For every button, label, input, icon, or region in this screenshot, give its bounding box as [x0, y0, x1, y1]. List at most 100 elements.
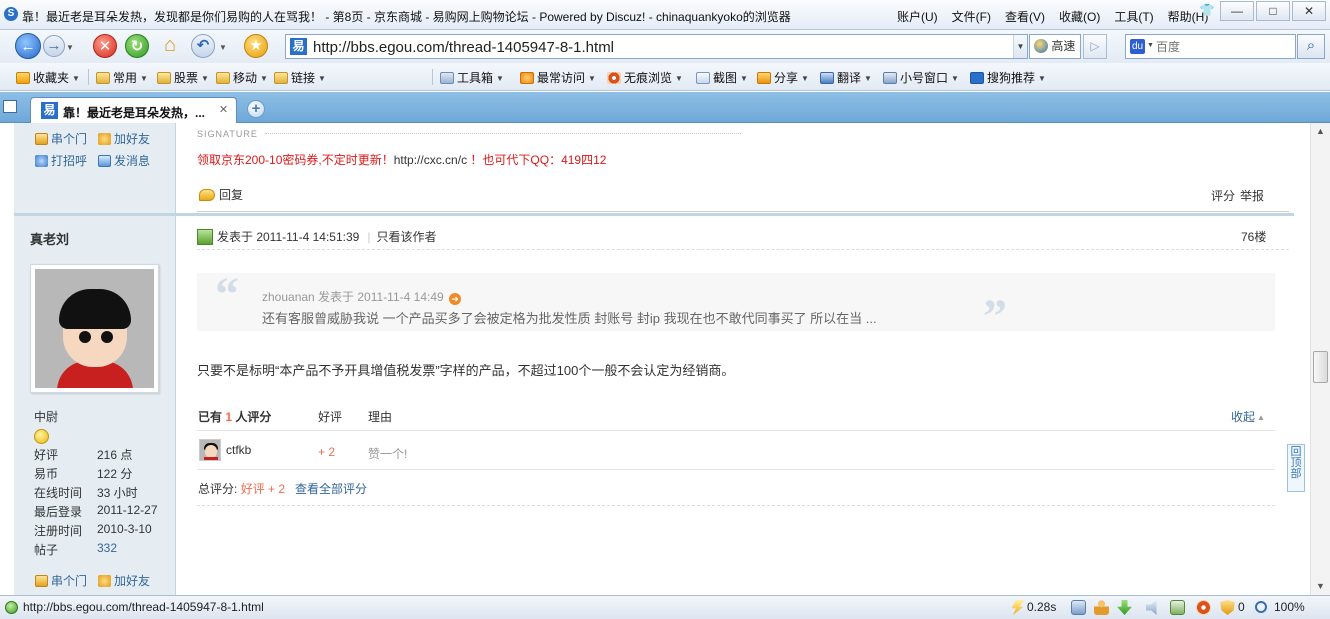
speech-bubble-icon [199, 189, 215, 201]
collapse-rating-link[interactable]: 收起 ▲ [1231, 408, 1265, 425]
fav-item-share[interactable]: 分享 ▼ [757, 69, 809, 86]
tab-close-icon[interactable]: ✕ [217, 104, 230, 117]
address-toolbar: ← → ▼ ✕ ↻ ⌂ ↶ ▼ ★ 易 http://bbs.egou.com/… [0, 30, 1330, 63]
baidu-engine-icon[interactable]: du [1130, 39, 1145, 54]
url-text[interactable]: http://bbs.egou.com/thread-1405947-8-1.h… [313, 39, 614, 56]
post-separator [14, 213, 1294, 216]
user-icon[interactable] [1094, 600, 1109, 615]
forward-button[interactable]: → [43, 35, 65, 57]
incognito-icon[interactable] [1196, 600, 1211, 615]
tab-active[interactable]: 易 靠！最近老是耳朵发热，... ✕ [30, 97, 237, 123]
folder-icon [96, 72, 110, 84]
sidebar-toggle-icon[interactable] [3, 100, 17, 113]
zoom-level[interactable]: 100% [1274, 600, 1305, 614]
goto-post-icon[interactable]: ➜ [449, 293, 462, 305]
author-name[interactable]: 真老刘 [30, 229, 69, 248]
menu-file[interactable]: 文件(F) [952, 8, 991, 25]
volume-icon[interactable] [1146, 600, 1157, 615]
house-icon [35, 575, 48, 587]
ad-block-shield-icon[interactable] [1220, 600, 1235, 615]
vertical-scrollbar[interactable]: ▲ ▼ [1310, 123, 1330, 595]
undo-dropdown-icon[interactable]: ▼ [219, 43, 227, 52]
undo-close-button[interactable]: ↶ [191, 34, 215, 58]
fav-item-stocks[interactable]: 股票 ▼ [157, 69, 209, 86]
greet-link[interactable]: 打招呼 [35, 152, 87, 169]
go-button[interactable]: ▷ [1083, 34, 1107, 59]
fav-item-favorites[interactable]: 收藏夹 ▼ [16, 69, 80, 86]
rater-name[interactable]: ctfkb [226, 443, 251, 457]
reply-button[interactable]: 回复 [199, 186, 243, 203]
add-friend-link[interactable]: 加好友 [98, 130, 150, 147]
refresh-button[interactable]: ↻ [125, 34, 149, 58]
fav-item-common[interactable]: 常用 ▼ [96, 69, 148, 86]
avatar[interactable] [30, 264, 159, 393]
view-all-ratings-link[interactable]: 查看全部评分 [295, 482, 367, 496]
search-input[interactable] [1156, 38, 1286, 55]
skin-icon[interactable]: 👕 [1196, 1, 1218, 21]
only-author-link[interactable]: 只看该作者 [376, 230, 436, 244]
floor-number[interactable]: 76楼 [1241, 228, 1266, 245]
back-button[interactable]: ← [15, 33, 41, 59]
speed-mode-button[interactable]: 高速 [1029, 34, 1081, 59]
speed-bolt-icon[interactable] [1011, 600, 1025, 615]
report-button[interactable]: 举报 [1240, 187, 1264, 204]
signature-link[interactable]: http://cxc.cn/c [394, 153, 467, 167]
scroll-up-icon[interactable]: ▲ [1316, 126, 1325, 136]
menu-account[interactable]: 账户(U) [897, 8, 938, 25]
translate-icon [820, 72, 834, 84]
signature-text: 领取京东200-10密码券,不定时更新！http://cxc.cn/c ！也可代… [197, 151, 606, 168]
zoom-icon[interactable] [1255, 601, 1267, 613]
user-rank: 中尉 [34, 410, 59, 424]
fav-item-translate[interactable]: 翻译 ▼ [820, 69, 872, 86]
back-to-top-button[interactable]: 回顶部 [1287, 444, 1305, 492]
rater-avatar[interactable] [199, 439, 221, 461]
visit-link[interactable]: 串个门 [35, 572, 87, 589]
fav-item-mobile[interactable]: 移动 ▼ [216, 69, 268, 86]
history-dropdown-icon[interactable]: ▼ [66, 43, 74, 52]
search-button[interactable]: ⌕ [1297, 34, 1325, 59]
send-message-link[interactable]: 发消息 [98, 152, 150, 169]
smiley-rank-icon [34, 429, 49, 444]
fav-item-toolbox[interactable]: 工具箱 ▼ [440, 69, 504, 86]
fav-item-frequent[interactable]: 最常访问 ▼ [520, 69, 596, 86]
maximize-button[interactable]: □ [1256, 1, 1290, 21]
url-bar[interactable]: 易 http://bbs.egou.com/thread-1405947-8-1… [285, 34, 1028, 59]
post-content-column: SIGNATURE 领取京东200-10密码券,不定时更新！http://cxc… [177, 123, 1294, 595]
stat-rating: 好评 216 点 [34, 448, 133, 462]
posts-count-link[interactable]: 332 [97, 541, 117, 555]
fav-item-sogou[interactable]: 搜狗推荐 ▼ [970, 69, 1046, 86]
visit-link[interactable]: 串个门 [35, 130, 87, 147]
close-button[interactable]: ✕ [1292, 1, 1326, 21]
fav-item-screenshot[interactable]: 截图 ▼ [696, 69, 748, 86]
scroll-thumb[interactable] [1313, 351, 1328, 383]
fav-item-incognito[interactable]: 无痕浏览 ▼ [607, 69, 683, 86]
globe-icon [1034, 39, 1048, 53]
window-controls: 👕 — □ ✕ [1194, 1, 1326, 21]
status-bar: http://bbs.egou.com/thread-1405947-8-1.h… [0, 595, 1330, 619]
menu-view[interactable]: 查看(V) [1005, 8, 1045, 25]
divider [432, 69, 433, 85]
menu-favorites[interactable]: 收藏(O) [1059, 8, 1100, 25]
quote-body: 还有客服曾威胁我说 一个产品买多了会被定格为批发性质 封账号 封ip 我现在也不… [262, 311, 877, 326]
stat-registered: 注册时间 2010-3-10 [34, 522, 152, 538]
fav-item-links[interactable]: 链接 ▼ [274, 69, 326, 86]
rate-button[interactable]: 评分 [1211, 187, 1235, 204]
engine-dropdown-icon[interactable]: ▼ [1147, 42, 1154, 49]
image-toggle-icon[interactable] [1071, 600, 1086, 615]
tab-title: 靠！最近老是耳朵发热，... [63, 106, 206, 120]
minimize-button[interactable]: — [1220, 1, 1254, 21]
new-tab-button[interactable]: + [247, 100, 265, 118]
scroll-down-icon[interactable]: ▼ [1316, 581, 1325, 591]
window-title: 靠！最近老是耳朵发热，发现都是你们易购的人在骂我！ - 第8页 - 京东商城 -… [22, 10, 791, 24]
add-favorite-button[interactable]: ★ [244, 34, 268, 58]
url-dropdown-button[interactable]: ▼ [1013, 35, 1027, 58]
stop-button[interactable]: ✕ [93, 34, 117, 58]
download-icon[interactable] [1117, 600, 1132, 615]
handshake-icon [98, 575, 111, 587]
display-icon[interactable] [1170, 600, 1185, 615]
fav-item-small-window[interactable]: 小号窗口 ▼ [883, 69, 959, 86]
add-friend-link[interactable]: 加好友 [98, 572, 150, 589]
search-box[interactable]: du ▼ [1125, 34, 1296, 59]
menu-tools[interactable]: 工具(T) [1114, 8, 1153, 25]
home-button[interactable]: ⌂ [158, 34, 182, 58]
